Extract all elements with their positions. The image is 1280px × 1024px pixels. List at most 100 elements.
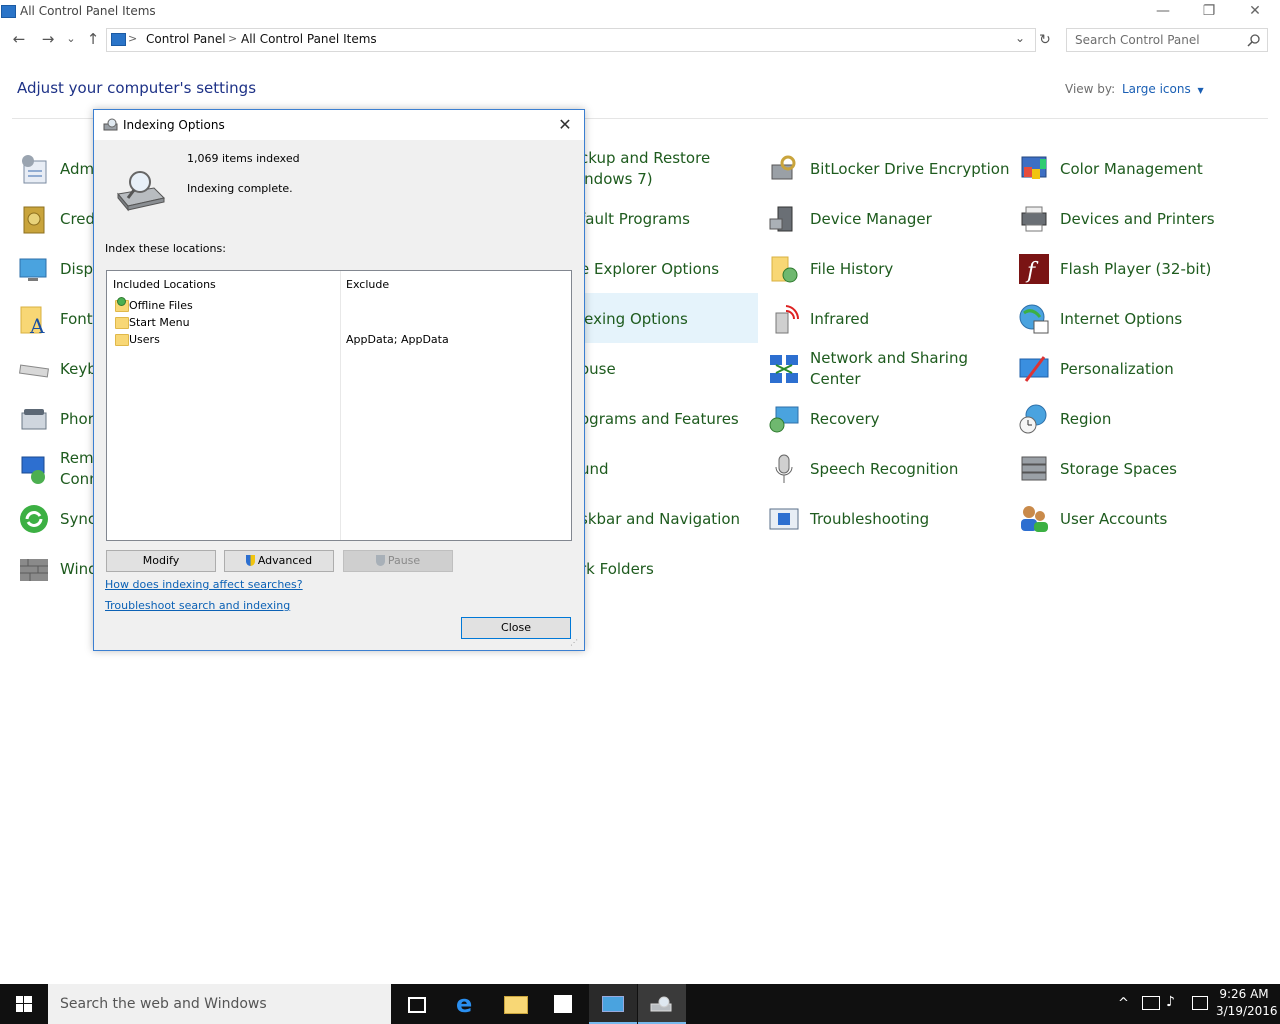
item-label: Infrared: [810, 309, 870, 328]
recent-locations-button[interactable]: ⌄: [61, 28, 81, 50]
color-management-icon: [1021, 156, 1047, 179]
item-mouse[interactable]: ouse: [580, 345, 616, 393]
indexing-drive-icon: [117, 171, 165, 212]
edge-icon: e: [456, 990, 473, 1018]
indexing-options-taskbar-button[interactable]: [638, 984, 686, 1024]
item-label: Storage Spaces: [1060, 459, 1177, 478]
dialog-close-button[interactable]: Close: [461, 617, 571, 639]
bitlocker-icon: [771, 155, 796, 180]
clock-time: 9:26 AM: [1219, 987, 1269, 1001]
item-taskbar-and-navigation[interactable]: skbar and Navigation: [580, 495, 740, 543]
printer-icon: [1021, 206, 1047, 232]
indexing-options-dialog: Indexing Options ✕ 1,069 items indexed I…: [93, 109, 585, 651]
show-hidden-icons-icon[interactable]: ^: [1118, 996, 1129, 1011]
breadcrumb-separator-icon: >: [128, 32, 138, 45]
item-label: Cred: [60, 209, 96, 228]
dialog-close-icon[interactable]: ✕: [552, 113, 578, 137]
task-view-icon: [408, 997, 426, 1013]
list-item[interactable]: Start Menu: [113, 314, 573, 331]
taskbar-search-box[interactable]: Search the web and Windows: [48, 984, 391, 1024]
sync-badge-icon: [117, 297, 126, 306]
dropdown-arrow-icon: ▼: [1197, 86, 1204, 95]
item-label: Adm: [60, 159, 95, 178]
refresh-button[interactable]: ↻: [1034, 29, 1056, 51]
view-by-value: Large icons: [1122, 82, 1191, 96]
item-label: Personalization: [1060, 359, 1174, 378]
item-indexing-options[interactable]: lexing Options: [580, 295, 688, 343]
sync-icon: [20, 505, 48, 533]
item-label: Region: [1060, 409, 1112, 428]
location-exclude: AppData; AppData: [346, 333, 449, 346]
help-link-indexing[interactable]: How does indexing affect searches?: [105, 578, 303, 591]
modify-button[interactable]: Modify: [106, 550, 216, 572]
taskbar-search-placeholder: Search the web and Windows: [60, 996, 267, 1012]
location-name: Users: [129, 333, 160, 346]
up-button[interactable]: ↑: [82, 28, 104, 50]
control-panel-icon: [111, 33, 126, 46]
user-accounts-icon: [1021, 506, 1048, 532]
back-button[interactable]: ←: [8, 28, 30, 50]
item-label: Device Manager: [810, 209, 932, 228]
close-window-button[interactable]: ✕: [1232, 0, 1278, 24]
advanced-button[interactable]: Advanced: [224, 550, 334, 572]
item-label: File History: [810, 259, 894, 278]
advanced-label: Advanced: [257, 554, 313, 567]
control-panel-taskbar-button[interactable]: [589, 984, 637, 1024]
view-by-dropdown[interactable]: Large icons ▼: [1122, 82, 1204, 96]
item-file-explorer-options[interactable]: e Explorer Options: [580, 245, 719, 293]
restore-button[interactable]: ❐: [1186, 0, 1232, 24]
task-view-button[interactable]: [392, 984, 440, 1024]
view-by-label: View by:: [1065, 82, 1116, 96]
store-button[interactable]: [540, 984, 588, 1024]
list-item[interactable]: Offline Files: [113, 297, 573, 314]
svg-text:A: A: [29, 314, 45, 335]
troubleshoot-link[interactable]: Troubleshoot search and indexing: [105, 599, 290, 612]
volume-icon[interactable]: ♪: [1166, 994, 1175, 1010]
resize-grip-icon[interactable]: ⋰: [570, 638, 578, 647]
address-bar[interactable]: > Control Panel > All Control Panel Item…: [106, 28, 1036, 52]
location-name: Offline Files: [129, 299, 193, 312]
item-label: Flash Player (32-bit): [1060, 259, 1212, 278]
location-name: Start Menu: [129, 316, 190, 329]
item-label: Recovery: [810, 409, 880, 428]
clock[interactable]: 9:26 AM 3/19/2016: [1216, 986, 1278, 1020]
search-icon: [1247, 34, 1260, 47]
search-input[interactable]: Search Control Panel: [1066, 28, 1268, 52]
control-panel-icon: [602, 996, 624, 1012]
minimize-button[interactable]: —: [1140, 0, 1186, 24]
forward-button[interactable]: →: [37, 28, 59, 50]
item-backup-and-restore[interactable]: ckup and Restore indows 7): [580, 145, 710, 193]
region-icon: [1019, 404, 1047, 434]
file-explorer-button[interactable]: [491, 984, 539, 1024]
items-indexed-count: 1,069 items indexed: [187, 152, 300, 165]
search-placeholder: Search Control Panel: [1075, 33, 1200, 47]
locations-list[interactable]: Included Locations Exclude Offline Files…: [106, 270, 572, 541]
header-exclude: Exclude: [346, 278, 390, 291]
personalization-icon: [1019, 356, 1049, 382]
address-dropdown-icon[interactable]: ⌄: [1015, 31, 1025, 45]
dialog-title-bar: Indexing Options ✕: [94, 110, 584, 140]
device-manager-icon: [769, 206, 793, 232]
fonts-icon: A: [20, 306, 45, 335]
action-center-icon[interactable]: [1192, 996, 1208, 1010]
edge-button[interactable]: e: [443, 984, 491, 1024]
display-icon: [19, 258, 47, 281]
item-default-programs[interactable]: fault Programs: [580, 195, 690, 243]
breadcrumb-control-panel[interactable]: Control Panel: [146, 32, 226, 46]
network-icon: [770, 355, 798, 383]
item-label: Internet Options: [1060, 309, 1183, 328]
start-button[interactable]: [0, 984, 48, 1024]
item-programs-and-features[interactable]: ograms and Features: [580, 395, 739, 443]
item-work-folders[interactable]: rk Folders: [580, 545, 654, 593]
network-icon[interactable]: [1142, 996, 1160, 1010]
pause-button: Pause: [343, 550, 453, 572]
item-label: Speech Recognition: [810, 459, 959, 478]
breadcrumb-all-items[interactable]: All Control Panel Items: [241, 32, 377, 46]
page-title: Adjust your computer's settings: [17, 79, 257, 97]
credential-manager-icon: [23, 206, 45, 234]
item-label: User Accounts: [1060, 509, 1168, 528]
item-label: Phor: [60, 409, 94, 428]
list-item[interactable]: Users AppData; AppData: [113, 331, 573, 348]
phone-icon: [21, 409, 47, 430]
item-label: Font: [60, 309, 93, 328]
